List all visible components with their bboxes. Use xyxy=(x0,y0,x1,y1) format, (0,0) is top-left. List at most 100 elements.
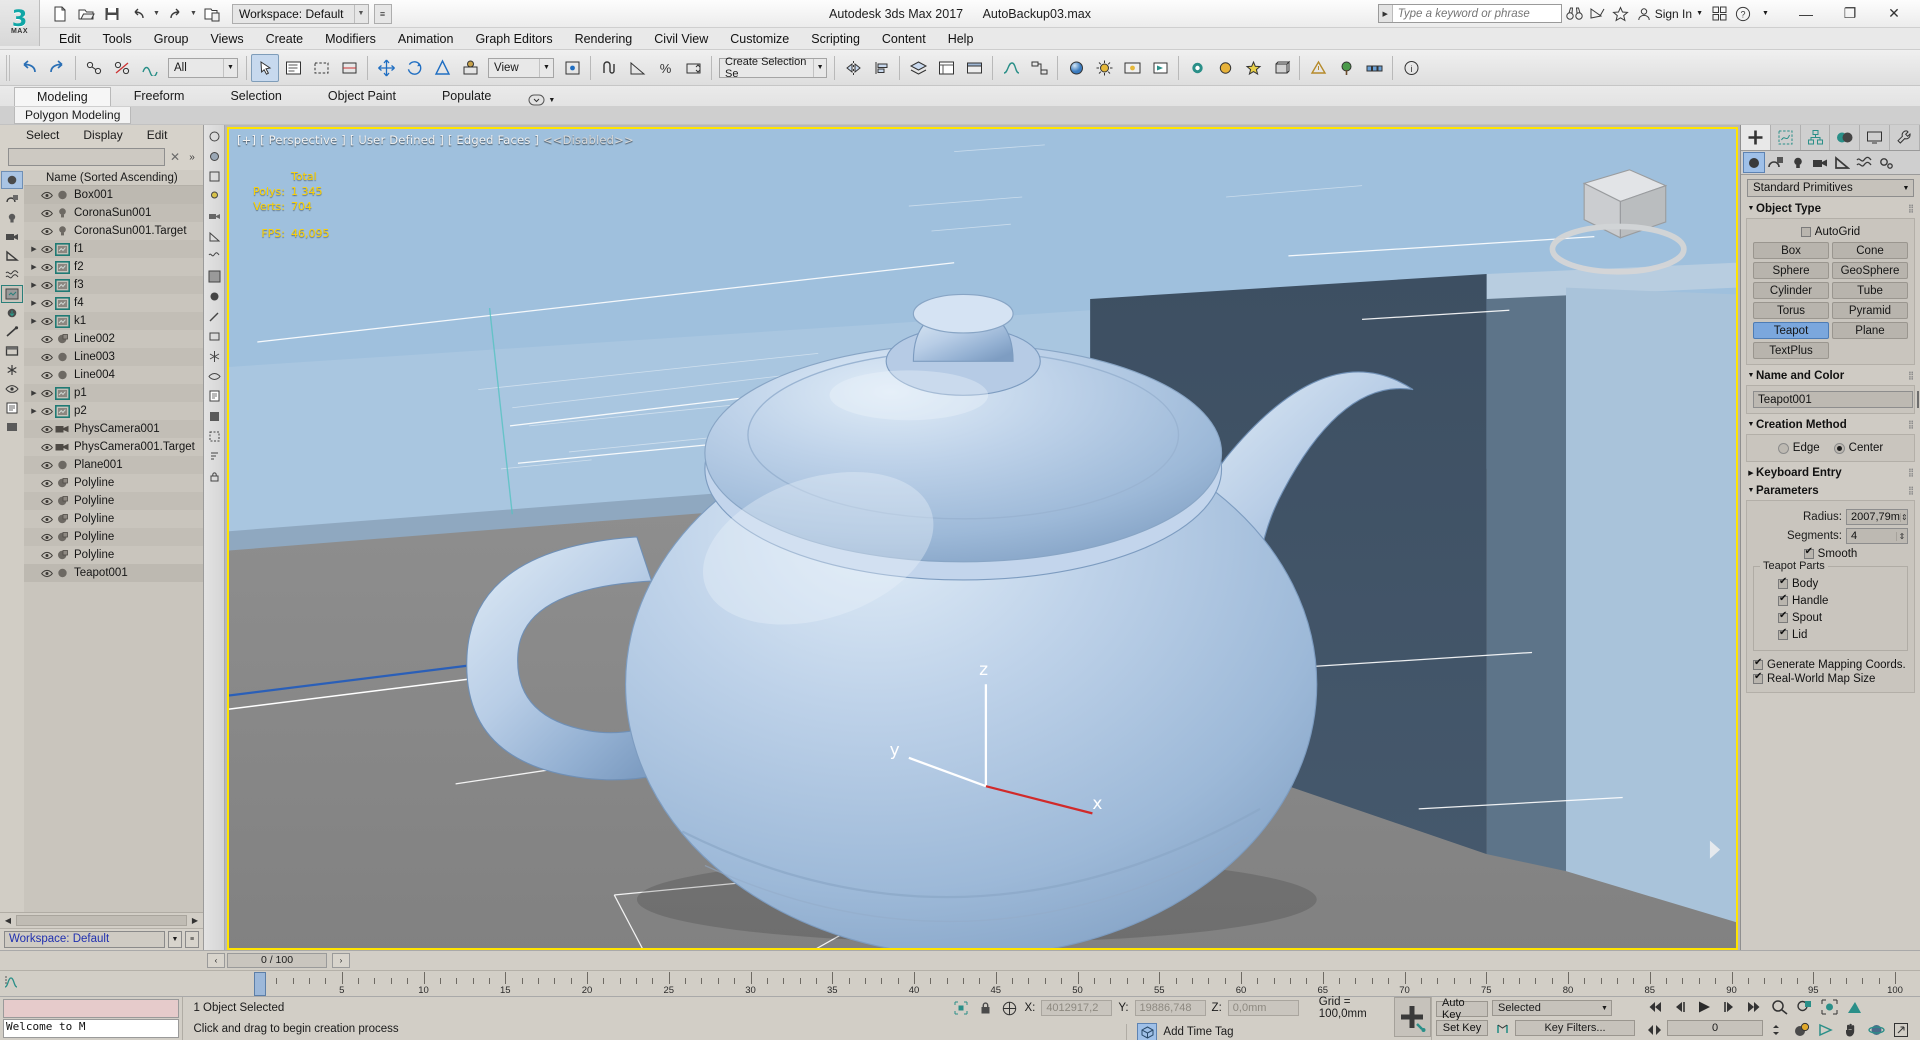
create-plane-button[interactable]: Plane xyxy=(1832,322,1908,339)
save-file-icon[interactable] xyxy=(100,3,124,25)
hierarchy-tab[interactable] xyxy=(1801,125,1831,150)
lights-icon[interactable] xyxy=(1787,152,1809,173)
table-row[interactable]: Polyline xyxy=(24,528,203,546)
add-time-tag-label[interactable]: Add Time Tag xyxy=(1163,1026,1233,1038)
workspace-more-button[interactable]: ≡ xyxy=(373,3,392,24)
filter-space-warps-icon[interactable] xyxy=(1,266,23,284)
table-row[interactable]: Polyline xyxy=(24,510,203,528)
checkbox-box[interactable] xyxy=(1778,610,1788,623)
segments-spinner[interactable]: 4 ⇕ xyxy=(1846,528,1908,544)
time-configuration-icon[interactable] xyxy=(1789,1020,1813,1040)
create-tube-button[interactable]: Tube xyxy=(1832,282,1908,299)
select-and-move-button[interactable] xyxy=(372,54,400,82)
menu-customize[interactable]: Customize xyxy=(719,30,800,48)
grid-apps-icon[interactable] xyxy=(1709,3,1730,24)
menu-edit[interactable]: Edit xyxy=(48,30,92,48)
isolate-selection-icon[interactable] xyxy=(205,427,224,446)
visibility-eye-icon[interactable] xyxy=(40,407,54,416)
maxscript-white-field[interactable]: Welcome to M xyxy=(3,1019,180,1038)
scroll-left-icon[interactable]: ◀ xyxy=(0,916,16,925)
table-row[interactable]: CoronaSun001.Target xyxy=(24,222,203,240)
table-row[interactable]: PhysCamera001.Target xyxy=(24,438,203,456)
radio-circle[interactable] xyxy=(1777,442,1789,454)
visibility-eye-icon[interactable] xyxy=(40,263,54,272)
filter-groups-icon[interactable] xyxy=(205,267,224,286)
reference-coordinate-combo[interactable]: View ▼ xyxy=(488,57,554,78)
lid-checkbox[interactable]: Lid xyxy=(1778,627,1901,641)
create-torus-button[interactable]: Torus xyxy=(1753,302,1829,319)
rollout-creation-method-header[interactable]: ▼ Creation Method ⣿ xyxy=(1746,417,1915,432)
go-to-end-icon[interactable] xyxy=(1742,997,1766,1017)
corona-renderer-button[interactable] xyxy=(1183,54,1211,82)
mirror-button[interactable] xyxy=(839,54,867,82)
go-to-start-icon[interactable] xyxy=(1642,997,1666,1017)
filter-space-warps-icon[interactable] xyxy=(205,247,224,266)
explorer-column-header[interactable]: Name (Sorted Ascending) xyxy=(24,170,203,186)
radio-circle[interactable] xyxy=(1833,442,1845,454)
rollout-parameters-header[interactable]: ▼ Parameters ⣿ xyxy=(1746,483,1915,498)
undo-dropdown-icon[interactable]: ▼ xyxy=(152,3,161,25)
filter-frozen-icon[interactable] xyxy=(205,347,224,366)
visibility-eye-icon[interactable] xyxy=(40,479,54,488)
visibility-eye-icon[interactable] xyxy=(40,569,54,578)
table-row[interactable]: CoronaSun001 xyxy=(24,204,203,222)
pan-view-arrow-icon[interactable] xyxy=(1814,1020,1838,1040)
track-bar-curve-icon[interactable] xyxy=(4,975,20,989)
key-filters-button[interactable]: Key Filters... xyxy=(1515,1020,1635,1036)
visibility-eye-icon[interactable] xyxy=(40,245,54,254)
checkbox-box[interactable] xyxy=(1778,576,1788,589)
rollout-expand-icon[interactable]: ▼ xyxy=(1746,205,1756,212)
undo-button[interactable] xyxy=(15,54,43,82)
table-row[interactable]: ▶ p2 xyxy=(24,402,203,420)
z-coord-field[interactable]: 0,0mm xyxy=(1227,1000,1299,1016)
layer-manager-button[interactable] xyxy=(904,54,932,82)
menu-help[interactable]: Help xyxy=(937,30,985,48)
table-row[interactable]: Polyline xyxy=(24,492,203,510)
creation-method-center-radio[interactable]: Center xyxy=(1833,442,1883,454)
rendered-frame-window-button[interactable] xyxy=(1118,54,1146,82)
create-cylinder-button[interactable]: Cylinder xyxy=(1753,282,1829,299)
scene-explorer-button[interactable] xyxy=(932,54,960,82)
table-row[interactable]: Line002 xyxy=(24,330,203,348)
viewport-label-shading[interactable]: [ User Defined ] xyxy=(350,133,444,147)
ribbon-panel-polygon-modeling[interactable]: Polygon Modeling xyxy=(14,106,132,124)
expand-arrow-icon[interactable]: ▶ xyxy=(28,317,40,325)
explorer-object-list[interactable]: Name (Sorted Ascending) Box001 CoronaSun0… xyxy=(24,170,203,912)
rollout-collapse-icon[interactable]: ▶ xyxy=(1746,469,1756,477)
material-editor-button[interactable] xyxy=(1062,54,1090,82)
maxscript-pink-field[interactable] xyxy=(3,999,180,1018)
menu-animation[interactable]: Animation xyxy=(387,30,465,48)
expand-arrow-icon[interactable]: ▶ xyxy=(28,389,40,397)
primitive-category-dropdown[interactable]: Standard Primitives ▼ xyxy=(1747,179,1914,197)
binoculars-icon[interactable] xyxy=(1564,3,1585,24)
smooth-checkbox[interactable]: Smooth xyxy=(1753,546,1908,560)
undo-icon[interactable] xyxy=(126,3,150,25)
menu-tools[interactable]: Tools xyxy=(92,30,143,48)
viewport-3d-scene[interactable]: z x y z x y xyxy=(229,129,1736,950)
scroll-track[interactable] xyxy=(16,915,187,926)
creation-method-edge-radio[interactable]: Edge xyxy=(1777,442,1820,454)
star-icon[interactable] xyxy=(1610,3,1631,24)
corona-material-button[interactable] xyxy=(1211,54,1239,82)
filter-shapes-icon[interactable] xyxy=(205,167,224,186)
ribbon-options-icon[interactable] xyxy=(528,94,545,106)
perspective-viewport[interactable]: z x y z x y xyxy=(227,127,1738,950)
expand-arrow-icon[interactable]: ▶ xyxy=(28,263,40,271)
explorer-menu-edit[interactable]: Edit xyxy=(135,127,180,143)
chevron-down-icon[interactable]: ▼ xyxy=(223,58,237,77)
create-box-button[interactable]: Box xyxy=(1753,242,1829,259)
prev-frame-button[interactable]: ‹ xyxy=(207,953,225,968)
filter-shapes-icon[interactable] xyxy=(1,190,23,208)
spinner-arrows-icon[interactable]: ⇕ xyxy=(1899,512,1908,522)
explorer-menu-display[interactable]: Display xyxy=(71,127,134,143)
redo-button[interactable] xyxy=(43,54,71,82)
explorer-workspace-menu-icon[interactable]: ≡ xyxy=(185,931,199,948)
utilities-tab[interactable] xyxy=(1890,125,1920,150)
percent-snap-button[interactable]: % xyxy=(651,54,679,82)
table-row[interactable]: ▶ p1 xyxy=(24,384,203,402)
key-mode-combo[interactable]: Selected ▼ xyxy=(1492,1000,1612,1016)
spinner-snap-button[interactable] xyxy=(679,54,707,82)
real-world-map-size-checkbox[interactable]: Real-World Map Size xyxy=(1753,671,1908,685)
render-setup-button[interactable] xyxy=(1090,54,1118,82)
visibility-eye-icon[interactable] xyxy=(40,389,54,398)
